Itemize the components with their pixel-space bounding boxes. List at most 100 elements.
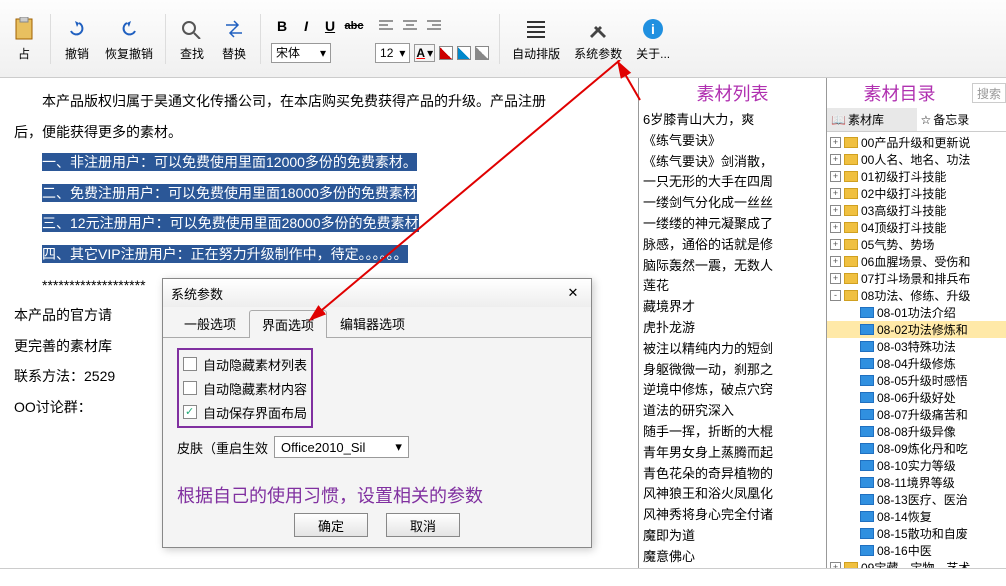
tree-node[interactable]: +04顶级打斗技能 <box>827 219 1006 236</box>
palette-1[interactable] <box>439 46 453 60</box>
tree-node[interactable]: +03高级打斗技能 <box>827 202 1006 219</box>
tree-node[interactable]: 08-09炼化丹和吃 <box>827 440 1006 457</box>
align-right-button[interactable] <box>423 15 445 37</box>
tree-node[interactable]: 08-06升级好处 <box>827 389 1006 406</box>
italic-button[interactable]: I <box>295 15 317 37</box>
tree-node[interactable]: +09宝藏、宝物、艺术 <box>827 559 1006 568</box>
search-input[interactable]: 搜索 <box>972 83 1006 103</box>
list-item[interactable]: 青色花朵的奇异植物的 <box>643 464 822 485</box>
tree-node[interactable]: 08-14恢复 <box>827 508 1006 525</box>
expand-icon[interactable]: + <box>830 205 841 216</box>
find-button[interactable]: 查找 <box>172 11 212 66</box>
tree-label: 08-13医疗、医治 <box>877 491 968 508</box>
expand-icon[interactable]: + <box>830 171 841 182</box>
tree-node[interactable]: 08-03特殊功法 <box>827 338 1006 355</box>
expand-icon[interactable]: - <box>830 290 841 301</box>
tree-node[interactable]: 08-07升级痛苦和 <box>827 406 1006 423</box>
tree-node[interactable]: -08功法、修练、升级 <box>827 287 1006 304</box>
tree-node[interactable]: 08-16中医 <box>827 542 1006 559</box>
font-name-select[interactable]: 宋体▾ <box>271 43 331 63</box>
list-item[interactable]: 脑际轰然一震，无数人 <box>643 256 822 277</box>
list-item[interactable]: 脉感，通俗的话就是修 <box>643 235 822 256</box>
tree-node[interactable]: 08-02功法修炼和 <box>827 321 1006 338</box>
list-item[interactable]: 魔意佛心 <box>643 547 822 568</box>
paste-button[interactable]: 占 <box>4 11 44 66</box>
list-item[interactable]: 随手一挥，折断的大棍 <box>643 422 822 443</box>
align-center-button[interactable] <box>399 15 421 37</box>
tree-node[interactable]: 08-10实力等级 <box>827 457 1006 474</box>
chk-hide-list[interactable] <box>183 357 197 371</box>
tree-node[interactable]: +06血腥场景、受伤和 <box>827 253 1006 270</box>
chk-hide-content[interactable] <box>183 381 197 395</box>
undo-button[interactable]: 撤销 <box>57 11 97 66</box>
material-tree[interactable]: +00产品升级和更新说+00人名、地名、功法+01初级打斗技能+02中级打斗技能… <box>827 132 1006 568</box>
chk-save-layout[interactable] <box>183 405 197 419</box>
tree-label: 08-04升级修炼 <box>877 355 956 372</box>
list-item[interactable]: 被注以精纯内力的短剑 <box>643 339 822 360</box>
expand-icon[interactable]: + <box>830 239 841 250</box>
tab-ui[interactable]: 界面选项 <box>249 310 327 338</box>
list-item[interactable]: 青年男女身上蒸腾而起 <box>643 443 822 464</box>
tree-node[interactable]: +00产品升级和更新说 <box>827 134 1006 151</box>
list-item[interactable]: 一只无形的大手在四周 <box>643 172 822 193</box>
list-item[interactable]: 魔即为道 <box>643 526 822 547</box>
list-item[interactable]: 道法的研究深入 <box>643 401 822 422</box>
dialog-titlebar[interactable]: 系统参数 ✕ <box>163 279 591 307</box>
material-list[interactable]: 6岁膝青山大力，爽《练气要诀》《练气要诀》剑消散，一只无形的大手在四周一缕剑气分… <box>639 108 826 568</box>
tree-node[interactable]: 08-01功法介绍 <box>827 304 1006 321</box>
sys-params-button[interactable]: 系统参数 <box>568 11 628 66</box>
folder-icon <box>844 188 858 199</box>
list-item[interactable]: 逆境中修炼，破点穴窍 <box>643 380 822 401</box>
list-item[interactable]: 《练气要诀》 <box>643 131 822 152</box>
expand-icon[interactable]: + <box>830 188 841 199</box>
palette-3[interactable] <box>475 46 489 60</box>
tree-node[interactable]: +02中级打斗技能 <box>827 185 1006 202</box>
skin-select[interactable]: Office2010_Sil▾ <box>274 436 409 458</box>
tree-node[interactable]: 08-11境界等级 <box>827 474 1006 491</box>
strike-button[interactable]: abc <box>343 15 365 37</box>
expand-icon[interactable]: + <box>830 222 841 233</box>
tab-general[interactable]: 一般选项 <box>171 309 249 337</box>
about-button[interactable]: i 关于... <box>630 11 676 66</box>
replace-button[interactable]: 替换 <box>214 11 254 66</box>
tree-node[interactable]: 08-08升级异像 <box>827 423 1006 440</box>
list-item[interactable]: 藏境界才 <box>643 297 822 318</box>
tree-node[interactable]: +05气势、势场 <box>827 236 1006 253</box>
auto-layout-button[interactable]: 自动排版 <box>506 11 566 66</box>
tree-node[interactable]: 08-05升级时感悟 <box>827 372 1006 389</box>
font-size-select[interactable]: 12▾ <box>375 43 410 63</box>
tab-memo[interactable]: ☆备忘录 <box>917 108 1006 131</box>
font-color-button[interactable]: A <box>416 46 425 60</box>
bold-button[interactable]: B <box>271 15 293 37</box>
list-item[interactable]: 风神狼王和浴火凤凰化 <box>643 484 822 505</box>
ok-button[interactable]: 确定 <box>294 513 368 537</box>
list-item[interactable]: 一缕剑气分化成一丝丝 <box>643 193 822 214</box>
expand-icon[interactable]: + <box>830 137 841 148</box>
list-item[interactable]: 虎扑龙游 <box>643 318 822 339</box>
align-left-button[interactable] <box>375 15 397 37</box>
tree-node[interactable]: 08-04升级修炼 <box>827 355 1006 372</box>
tree-node[interactable]: +07打斗场景和排兵布 <box>827 270 1006 287</box>
folder-icon <box>860 477 874 488</box>
redo-button[interactable]: 恢复撤销 <box>99 11 159 66</box>
list-item[interactable]: 莲花 <box>643 276 822 297</box>
tab-editor[interactable]: 编辑器选项 <box>327 309 418 337</box>
list-item[interactable]: 身躯微微一动，刹那之 <box>643 360 822 381</box>
underline-button[interactable]: U <box>319 15 341 37</box>
list-item[interactable]: 《练气要诀》剑消散， <box>643 152 822 173</box>
list-item[interactable]: 6岁膝青山大力，爽 <box>643 110 822 131</box>
dialog-close-button[interactable]: ✕ <box>563 283 583 303</box>
tab-material-lib[interactable]: 📖素材库 <box>827 108 917 131</box>
cancel-button[interactable]: 取消 <box>386 513 460 537</box>
tree-node[interactable]: 08-15散功和自废 <box>827 525 1006 542</box>
expand-icon[interactable]: + <box>830 154 841 165</box>
tree-node[interactable]: 08-13医疗、医治 <box>827 491 1006 508</box>
tree-node[interactable]: +00人名、地名、功法 <box>827 151 1006 168</box>
expand-icon[interactable]: + <box>830 256 841 267</box>
expand-icon[interactable]: + <box>830 562 841 568</box>
expand-icon[interactable]: + <box>830 273 841 284</box>
list-item[interactable]: 一缕缕的神元凝聚成了 <box>643 214 822 235</box>
list-item[interactable]: 风神秀将身心完全付诸 <box>643 505 822 526</box>
tree-node[interactable]: +01初级打斗技能 <box>827 168 1006 185</box>
palette-2[interactable] <box>457 46 471 60</box>
